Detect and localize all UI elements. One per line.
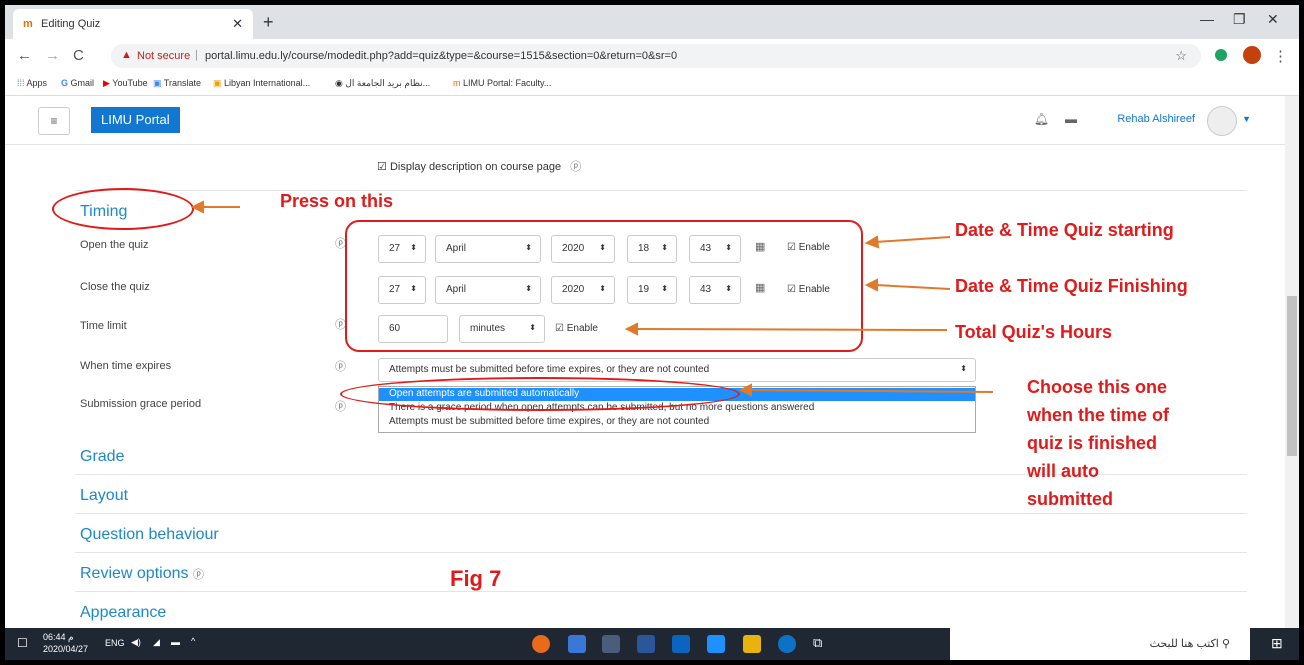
- arrow-head: [624, 322, 638, 336]
- file-explorer-icon[interactable]: [743, 635, 761, 653]
- browser-tab[interactable]: m Editing Quiz ✕: [13, 9, 253, 39]
- task-view-icon[interactable]: ⧉: [813, 635, 822, 651]
- bookmark-youtube[interactable]: ▶ YouTube: [103, 78, 148, 89]
- google-icon: G: [61, 78, 69, 88]
- bookmark-translate[interactable]: ▣ Translate: [153, 78, 201, 89]
- search-icon: ⚲: [1221, 638, 1230, 650]
- browser-titlebar: m Editing Quiz ✕ + — ❐ ✕: [5, 5, 1299, 39]
- volume-icon[interactable]: ◀): [131, 637, 141, 648]
- bookmark-libyan-international[interactable]: ▣ Libyan International...: [213, 78, 310, 89]
- url-text: portal.limu.edu.ly/course/modedit.php?ad…: [205, 50, 678, 62]
- bookmark-gmail[interactable]: G Gmail: [61, 78, 94, 88]
- arrow-start: [874, 236, 951, 243]
- store-icon[interactable]: [707, 635, 725, 653]
- security-label: Not secure: [137, 50, 191, 62]
- moodle-icon: m: [453, 78, 461, 88]
- annotation-start: Date & Time Quiz starting: [955, 220, 1174, 240]
- forward-icon[interactable]: →: [45, 47, 60, 64]
- address-bar[interactable]: ▲ Not secure | portal.limu.edu.ly/course…: [111, 44, 1201, 68]
- app-icon[interactable]: [602, 635, 620, 653]
- language-indicator[interactable]: ENG: [105, 638, 125, 648]
- arrow-head: [190, 200, 204, 214]
- bookmark-icon: ▣: [213, 78, 222, 88]
- extension-icon[interactable]: [1215, 49, 1227, 61]
- warning-icon: ▲: [121, 49, 132, 61]
- mail-icon[interactable]: [672, 635, 690, 653]
- bookmarks-bar: ⁞⁞⁞ Apps G Gmail ▶ YouTube ▣ Translate ▣…: [5, 73, 1299, 96]
- separator: |: [195, 49, 198, 61]
- apps-grid-icon: ⁞⁞⁞: [17, 78, 25, 88]
- moodle-icon: m: [23, 18, 33, 30]
- word-icon[interactable]: [637, 635, 655, 653]
- page-content: ≡ LIMU Portal 🔔︎ ▬ Rehab Alshireef ▼ ☑ D…: [5, 96, 1299, 628]
- edge-icon[interactable]: [778, 635, 796, 653]
- reload-icon[interactable]: C: [73, 47, 84, 64]
- restore-icon[interactable]: ❐: [1233, 11, 1246, 28]
- arrow-total: [634, 328, 948, 331]
- page-scrollbar[interactable]: [1285, 96, 1299, 628]
- close-window-icon[interactable]: ✕: [1267, 11, 1279, 28]
- screenshot-frame: m Editing Quiz ✕ + — ❐ ✕ ← → C ▲ Not sec…: [5, 5, 1299, 660]
- arrow-choose: [749, 389, 994, 393]
- minimize-icon[interactable]: —: [1200, 11, 1214, 27]
- annotation-total: Total Quiz's Hours: [955, 322, 1112, 342]
- annotation-choose: Choose this one when the time of quiz is…: [1027, 377, 1170, 509]
- bookmark-university-mail[interactable]: ◉ نظام بريد الجامعة ال...: [335, 78, 430, 89]
- arrow-finish: [874, 284, 951, 290]
- arrow-head: [864, 278, 878, 292]
- chrome-icon[interactable]: [568, 635, 586, 653]
- taskbar-search[interactable]: اكتب هنا للبحث ⚲: [950, 628, 1250, 660]
- address-bar-row: ← → C ▲ Not secure | portal.limu.edu.ly/…: [5, 39, 1299, 73]
- translate-icon: ▣: [153, 78, 162, 88]
- annotation-press-on-this: Press on this: [280, 191, 394, 211]
- clock[interactable]: م 06:44 2020/04/27: [43, 631, 88, 655]
- arrow-head: [738, 383, 752, 397]
- scrollbar-thumb[interactable]: [1287, 296, 1297, 456]
- tab-title: Editing Quiz: [41, 18, 101, 30]
- globe-icon: ◉: [335, 78, 343, 88]
- network-icon[interactable]: ◢: [153, 637, 160, 648]
- menu-kebab-icon[interactable]: ⋮: [1273, 47, 1288, 65]
- battery-icon[interactable]: ▬: [171, 637, 180, 647]
- close-tab-icon[interactable]: ✕: [232, 16, 243, 32]
- firefox-icon[interactable]: [532, 635, 550, 653]
- annotation-finish: Date & Time Quiz Finishing: [955, 276, 1188, 296]
- windows-start-icon[interactable]: ⊞: [1271, 635, 1283, 652]
- bookmark-limu-portal[interactable]: m LIMU Portal: Faculty...: [453, 78, 551, 88]
- action-center-icon[interactable]: ☐: [17, 636, 28, 650]
- arrow-head: [864, 235, 880, 249]
- windows-taskbar: ☐ م 06:44 2020/04/27 ENG ◀) ◢ ▬ ^ ⧉ اكتب …: [5, 628, 1299, 660]
- search-placeholder: اكتب هنا للبحث ⚲: [1149, 638, 1230, 650]
- show-hidden-icons-chevron[interactable]: ^: [191, 636, 195, 646]
- back-icon[interactable]: ←: [17, 47, 32, 64]
- annotation-arrows: [190, 200, 994, 397]
- youtube-icon: ▶: [103, 78, 110, 88]
- bookmark-apps[interactable]: ⁞⁞⁞ Apps: [17, 78, 47, 88]
- profile-avatar[interactable]: [1243, 46, 1261, 64]
- bookmark-star-icon[interactable]: ☆: [1175, 48, 1187, 64]
- annotation-fig-label: Fig 7: [450, 566, 502, 591]
- new-tab-icon[interactable]: +: [263, 12, 274, 33]
